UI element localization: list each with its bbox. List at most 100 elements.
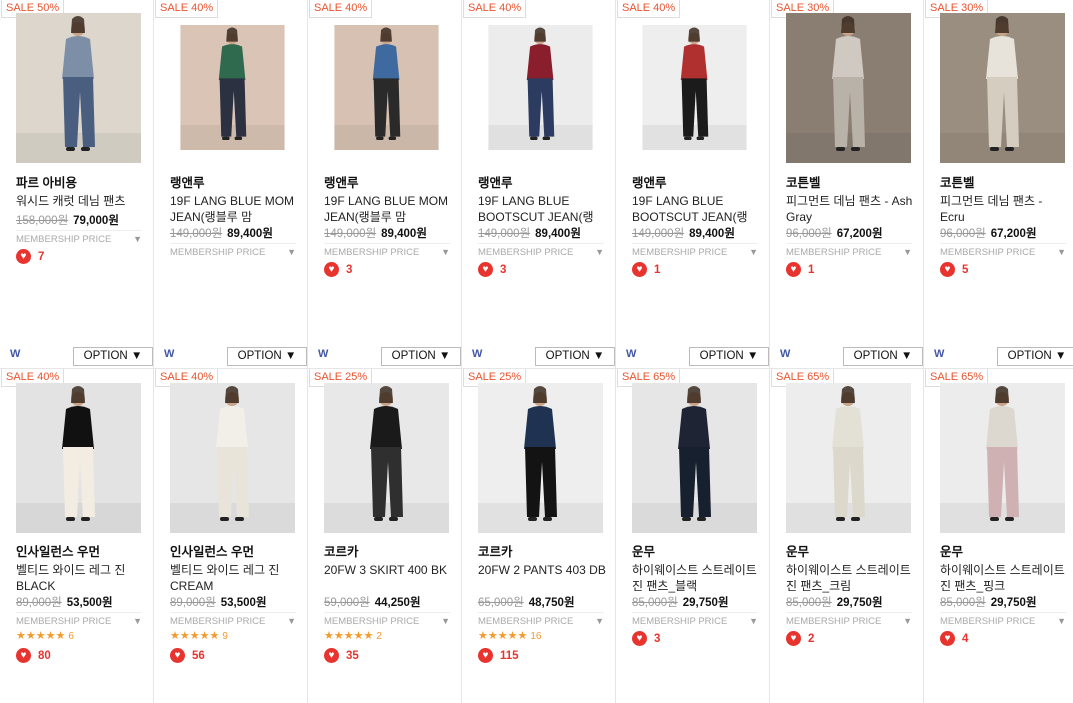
heart-icon[interactable]: ♥ [16, 648, 31, 663]
like-count[interactable]: ♥ 35 [324, 648, 359, 663]
wishlist-w-link[interactable]: W [780, 348, 790, 360]
product-name[interactable]: 20FW 2 PANTS 403 DB [478, 562, 606, 594]
membership-price-toggle[interactable]: MEMBERSHIP PRICE ▼ [170, 243, 296, 258]
product-name[interactable]: 하이웨이스트 스트레이트 진 팬츠_핑크 [940, 562, 1068, 594]
product-brand[interactable]: 코르카 [324, 541, 359, 560]
product-name[interactable]: 19F LANG BLUE MOM JEAN(랭블루 맘 [170, 193, 298, 225]
product-card[interactable]: SALE 40% 인사일런스 우먼 벨티드 와이드 레그 진 CREAM 89,00… [154, 369, 308, 703]
like-count[interactable]: ♥ 115 [478, 648, 519, 663]
product-image[interactable] [324, 383, 449, 533]
heart-icon[interactable]: ♥ [16, 249, 31, 264]
product-name[interactable]: 벨티드 와이드 레그 진 CREAM [170, 562, 298, 594]
membership-price-toggle[interactable]: MEMBERSHIP PRICE ▼ [324, 243, 450, 258]
membership-price-toggle[interactable]: MEMBERSHIP PRICE ▼ [786, 612, 912, 627]
like-count[interactable]: ♥ 80 [16, 648, 51, 663]
product-card[interactable]: SALE 50% 파르 아비용 워시드 캐럿 데님 팬츠 158,000원 79,00… [0, 0, 154, 369]
product-name[interactable]: 19F LANG BLUE BOOTSCUT JEAN(랭 [632, 193, 760, 225]
product-brand[interactable]: 코튼벨 [940, 172, 975, 191]
wishlist-w-link[interactable]: W [10, 348, 20, 360]
membership-price-toggle[interactable]: MEMBERSHIP PRICE ▼ [632, 612, 758, 627]
like-count[interactable]: ♥ 2 [786, 631, 814, 646]
heart-icon[interactable]: ♥ [632, 262, 647, 277]
like-count[interactable]: ♥ 3 [324, 262, 352, 277]
product-brand[interactable]: 운무 [940, 541, 963, 560]
product-card[interactable]: SALE 40% 랭앤루 19F LANG BLUE MOM JEAN(랭블루 맘… [308, 0, 462, 369]
option-button[interactable]: OPTION ▼ [689, 347, 769, 366]
option-button[interactable]: OPTION ▼ [997, 347, 1073, 366]
membership-price-toggle[interactable]: MEMBERSHIP PRICE ▼ [16, 230, 142, 245]
product-brand[interactable]: 운무 [786, 541, 809, 560]
option-button[interactable]: OPTION ▼ [381, 347, 461, 366]
product-brand[interactable]: 랭앤루 [478, 172, 513, 191]
product-brand[interactable]: 랭앤루 [170, 172, 205, 191]
product-brand[interactable]: 코튼벨 [786, 172, 821, 191]
product-brand[interactable]: 인사일런스 우먼 [16, 541, 100, 560]
product-brand[interactable]: 랭앤루 [324, 172, 359, 191]
membership-price-toggle[interactable]: MEMBERSHIP PRICE ▼ [632, 243, 758, 258]
heart-icon[interactable]: ♥ [170, 648, 185, 663]
product-name[interactable]: 하이웨이스트 스트레이트 진 팬츠_블랙 [632, 562, 760, 594]
wishlist-w-link[interactable]: W [934, 348, 944, 360]
like-count[interactable]: ♥ 3 [478, 262, 506, 277]
heart-icon[interactable]: ♥ [786, 631, 801, 646]
product-image[interactable] [786, 13, 911, 163]
membership-price-toggle[interactable]: MEMBERSHIP PRICE ▼ [786, 243, 912, 258]
option-button[interactable]: OPTION ▼ [843, 347, 923, 366]
option-button[interactable]: OPTION ▼ [535, 347, 615, 366]
product-image[interactable] [16, 13, 141, 163]
product-card[interactable]: SALE 40% 랭앤루 19F LANG BLUE MOM JEAN(랭블루 맘… [154, 0, 308, 369]
membership-price-toggle[interactable]: MEMBERSHIP PRICE ▼ [16, 612, 142, 627]
product-brand[interactable]: 운무 [632, 541, 655, 560]
product-card[interactable]: SALE 25% 코르카 20FW 2 PANTS 403 DB 65,000원 48… [462, 369, 616, 703]
product-image[interactable] [940, 13, 1065, 163]
like-count[interactable]: ♥ 5 [940, 262, 968, 277]
wishlist-w-link[interactable]: W [472, 348, 482, 360]
product-image[interactable] [16, 383, 141, 533]
product-image[interactable] [940, 383, 1065, 533]
product-card[interactable]: SALE 65% 운무 하이웨이스트 스트레이트 진 팬츠_핑크 85,000원 29… [924, 369, 1073, 703]
product-image[interactable] [170, 383, 295, 533]
heart-icon[interactable]: ♥ [940, 631, 955, 646]
product-image[interactable] [478, 25, 603, 150]
product-card[interactable]: SALE 40% 인사일런스 우먼 벨티드 와이드 레그 진 BLACK 89,00… [0, 369, 154, 703]
option-button[interactable]: OPTION ▼ [73, 347, 153, 366]
product-card[interactable]: SALE 30% 코튼벨 피그먼트 데님 팬츠 - Ash Gray 96,000원… [770, 0, 924, 369]
product-card[interactable]: SALE 25% 코르카 20FW 3 SKIRT 400 BK 59,000원 44… [308, 369, 462, 703]
heart-icon[interactable]: ♥ [324, 262, 339, 277]
product-image[interactable] [632, 25, 757, 150]
heart-icon[interactable]: ♥ [940, 262, 955, 277]
product-brand[interactable]: 코르카 [478, 541, 513, 560]
product-brand[interactable]: 인사일런스 우먼 [170, 541, 254, 560]
product-name[interactable]: 하이웨이스트 스트레이트 진 팬츠_크림 [786, 562, 914, 594]
membership-price-toggle[interactable]: MEMBERSHIP PRICE ▼ [478, 243, 604, 258]
like-count[interactable]: ♥ 7 [16, 249, 44, 264]
product-card[interactable]: SALE 40% 랭앤루 19F LANG BLUE BOOTSCUT JEAN(… [462, 0, 616, 369]
wishlist-w-link[interactable]: W [318, 348, 328, 360]
like-count[interactable]: ♥ 4 [940, 631, 968, 646]
heart-icon[interactable]: ♥ [478, 648, 493, 663]
product-card[interactable]: SALE 65% 운무 하이웨이스트 스트레이트 진 팬츠_블랙 85,000원 29… [616, 369, 770, 703]
product-name[interactable]: 20FW 3 SKIRT 400 BK [324, 562, 452, 594]
like-count[interactable]: ♥ 56 [170, 648, 205, 663]
like-count[interactable]: ♥ 1 [632, 262, 660, 277]
product-name[interactable]: 19F LANG BLUE BOOTSCUT JEAN(랭 [478, 193, 606, 225]
membership-price-toggle[interactable]: MEMBERSHIP PRICE ▼ [324, 612, 450, 627]
heart-icon[interactable]: ♥ [632, 631, 647, 646]
product-image[interactable] [632, 383, 757, 533]
product-name[interactable]: 벨티드 와이드 레그 진 BLACK [16, 562, 144, 594]
product-card[interactable]: SALE 30% 코튼벨 피그먼트 데님 팬츠 - Ecru 96,000원 67,2… [924, 0, 1073, 369]
product-name[interactable]: 19F LANG BLUE MOM JEAN(랭블루 맘 [324, 193, 452, 225]
product-brand[interactable]: 파르 아비용 [16, 172, 77, 191]
product-brand[interactable]: 랭앤루 [632, 172, 667, 191]
product-name[interactable]: 피그먼트 데님 팬츠 - Ash Gray [786, 193, 914, 225]
membership-price-toggle[interactable]: MEMBERSHIP PRICE ▼ [478, 612, 604, 627]
wishlist-w-link[interactable]: W [164, 348, 174, 360]
membership-price-toggle[interactable]: MEMBERSHIP PRICE ▼ [940, 243, 1066, 258]
like-count[interactable]: ♥ 1 [786, 262, 814, 277]
membership-price-toggle[interactable]: MEMBERSHIP PRICE ▼ [940, 612, 1066, 627]
product-image[interactable] [324, 25, 449, 150]
heart-icon[interactable]: ♥ [786, 262, 801, 277]
product-card[interactable]: SALE 40% 랭앤루 19F LANG BLUE BOOTSCUT JEAN(… [616, 0, 770, 369]
membership-price-toggle[interactable]: MEMBERSHIP PRICE ▼ [170, 612, 296, 627]
product-image[interactable] [786, 383, 911, 533]
